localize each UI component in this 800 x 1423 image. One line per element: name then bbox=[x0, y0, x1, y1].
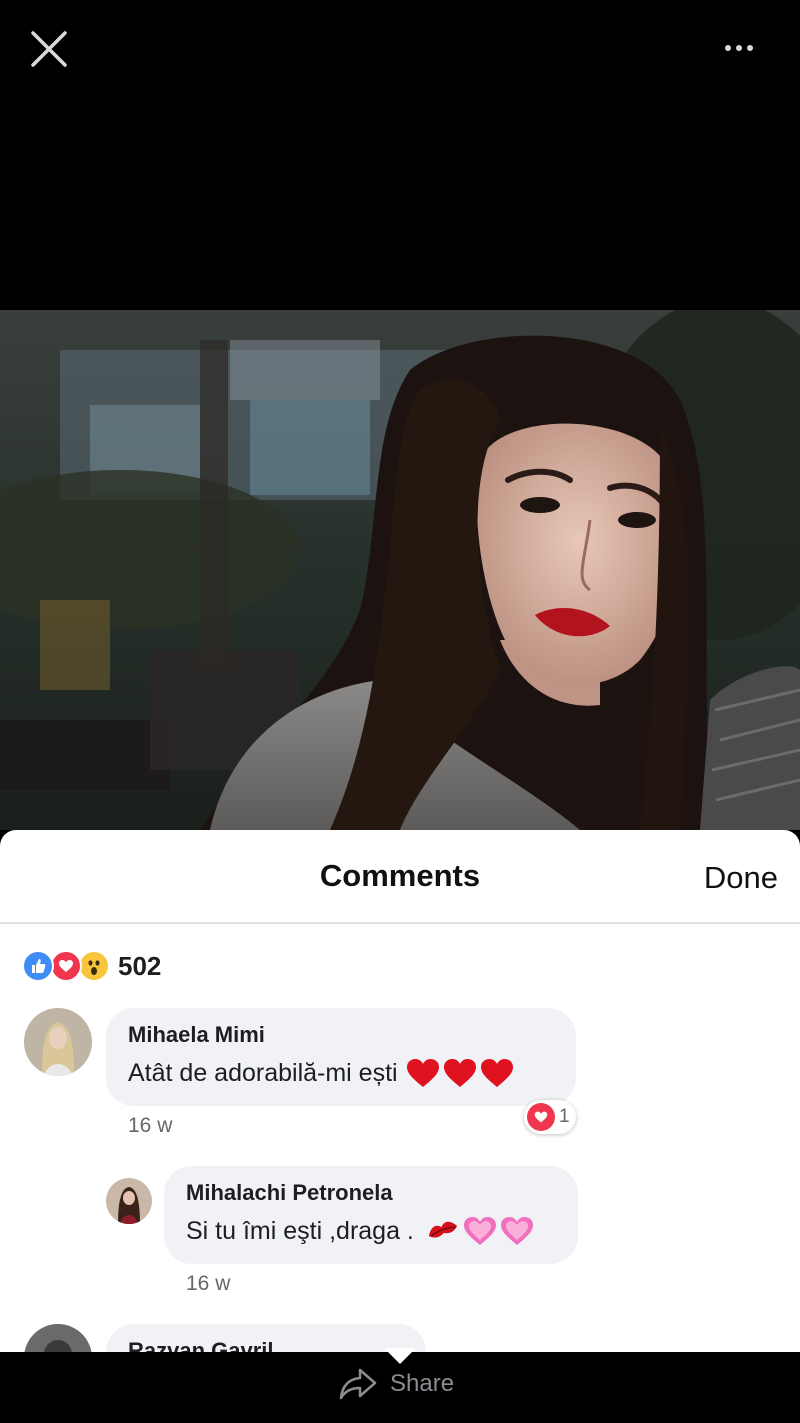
avatar-image bbox=[24, 1008, 92, 1076]
sheet-header: Comments Done bbox=[0, 830, 800, 924]
red-heart-icon bbox=[406, 1058, 440, 1088]
comment-reaction-badge[interactable]: 1 bbox=[524, 1100, 576, 1134]
share-button[interactable]: Share bbox=[338, 1364, 454, 1404]
comment-text-body: Atât de adorabilă-mi ești bbox=[128, 1058, 398, 1087]
pink-heart-icon bbox=[463, 1216, 497, 1246]
sheet-pointer bbox=[384, 1348, 416, 1364]
sheet-title: Comments bbox=[319, 858, 481, 893]
wow-icon bbox=[78, 950, 110, 982]
avatar-image bbox=[106, 1178, 152, 1224]
avatar[interactable] bbox=[24, 1008, 92, 1076]
comment-timestamp[interactable]: 16 w bbox=[128, 1114, 172, 1138]
comment-text-body: Si tu îmi eşti ,draga . bbox=[186, 1216, 414, 1245]
comment-author[interactable]: Mihaela Mimi bbox=[128, 1022, 265, 1048]
more-options-button[interactable] bbox=[714, 34, 764, 62]
share-icon bbox=[339, 1368, 377, 1400]
avatar[interactable] bbox=[24, 1324, 92, 1352]
comment-author[interactable]: Mihalachi Petronela bbox=[186, 1180, 393, 1206]
reactions-summary[interactable]: 502 bbox=[22, 948, 161, 984]
avatar[interactable] bbox=[106, 1178, 152, 1224]
avatar-image bbox=[24, 1324, 92, 1352]
done-button[interactable]: Done bbox=[704, 860, 778, 896]
comment-text: Si tu îmi eşti ,draga . bbox=[186, 1216, 534, 1246]
like-icon bbox=[22, 950, 54, 982]
comment-reaction-count: 1 bbox=[559, 1106, 570, 1127]
comments-sheet: Comments Done 502 Mihaela Mimi Atât de a… bbox=[0, 830, 800, 1352]
red-heart-icon bbox=[443, 1058, 477, 1088]
comment-timestamp[interactable]: 16 w bbox=[186, 1272, 230, 1296]
photo-viewer-screen: Comments Done 502 Mihaela Mimi Atât de a… bbox=[0, 0, 800, 1423]
share-label: Share bbox=[390, 1370, 455, 1397]
love-icon bbox=[50, 950, 82, 982]
close-button[interactable] bbox=[26, 26, 72, 72]
kiss-mark-icon bbox=[426, 1217, 460, 1245]
comment-text: Atât de adorabilă-mi ești bbox=[128, 1058, 514, 1088]
more-icon bbox=[725, 45, 731, 51]
reaction-count[interactable]: 502 bbox=[118, 951, 161, 982]
comment-author[interactable]: Razvan Gavril bbox=[128, 1338, 274, 1352]
love-icon bbox=[527, 1103, 555, 1131]
close-icon bbox=[31, 31, 67, 67]
red-heart-icon bbox=[480, 1058, 514, 1088]
pink-heart-icon bbox=[500, 1216, 534, 1246]
photo-illustration bbox=[0, 310, 800, 830]
post-photo[interactable] bbox=[0, 310, 800, 830]
